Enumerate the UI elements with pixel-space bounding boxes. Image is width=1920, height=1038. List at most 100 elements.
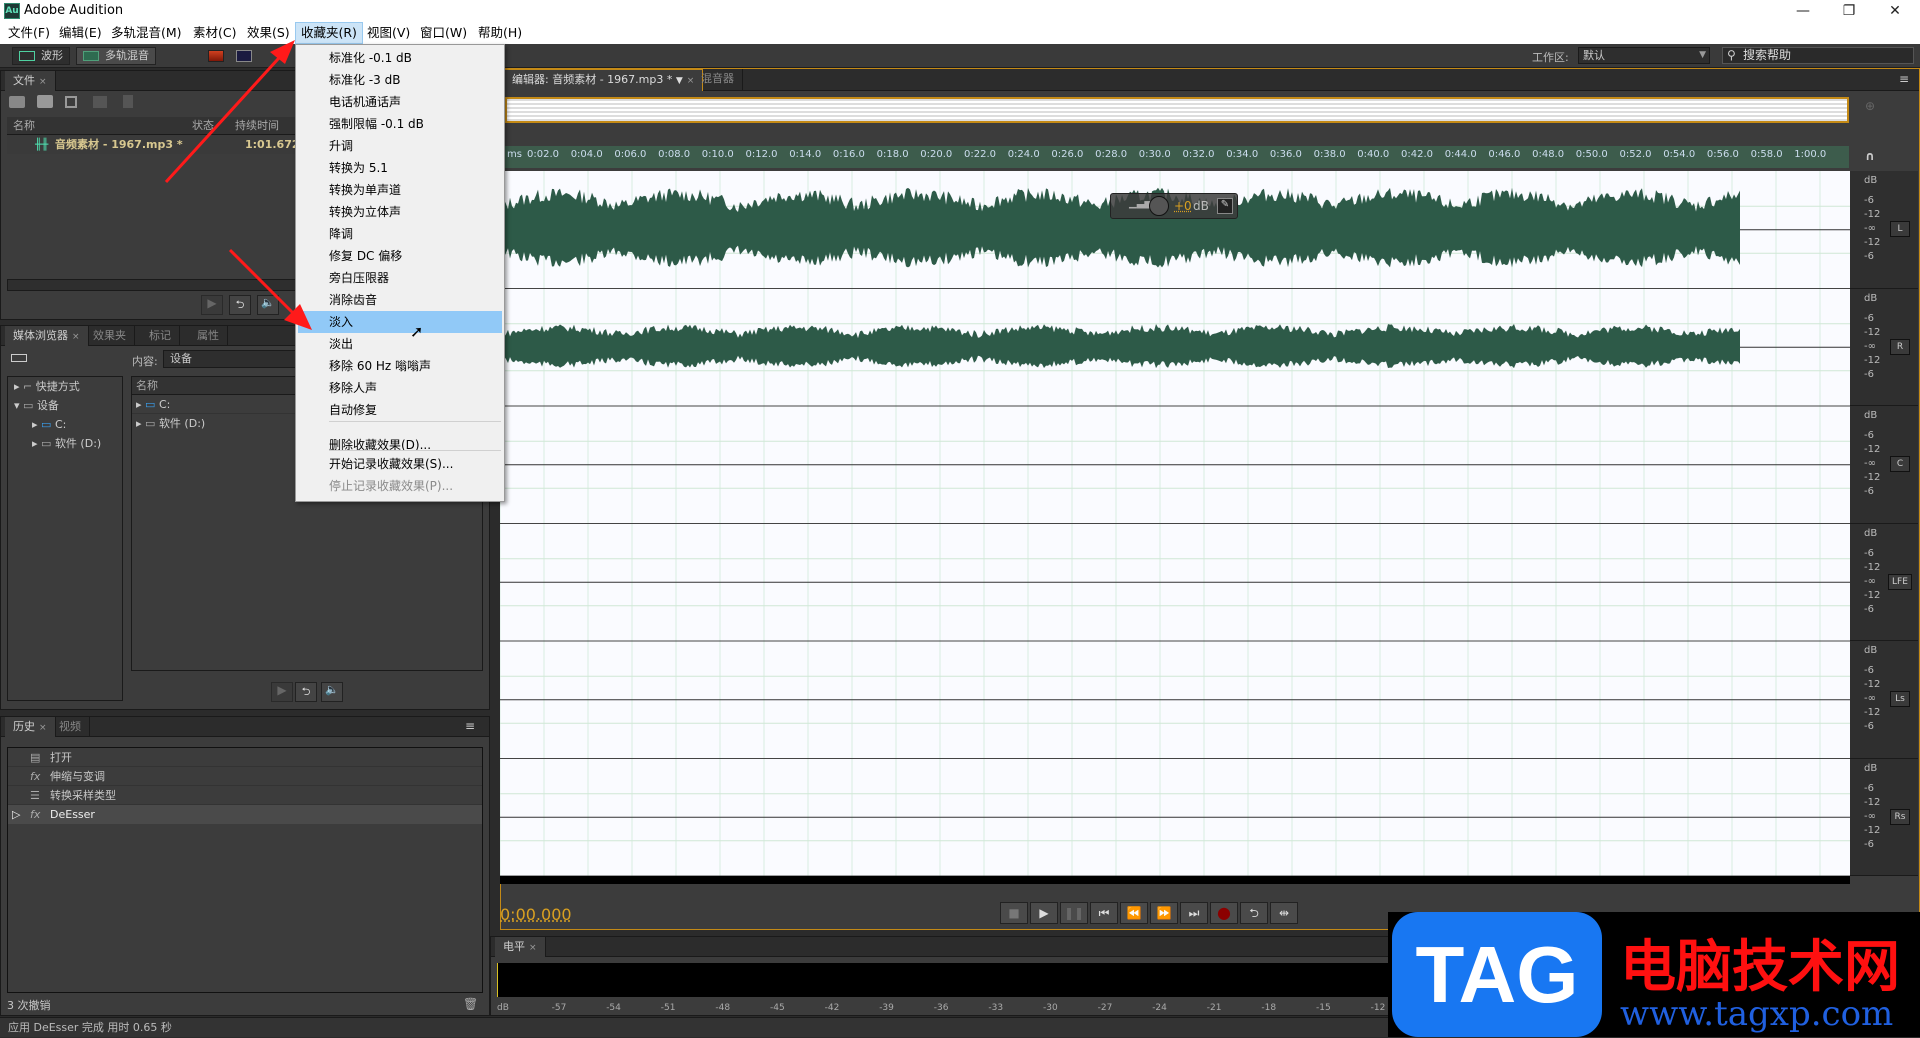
- menu-item[interactable]: 标准化 -3 dB: [298, 69, 502, 91]
- tab-history[interactable]: 历史 ×: [5, 717, 56, 737]
- menu-item[interactable]: 消除齿音: [298, 289, 502, 311]
- menu-window[interactable]: 窗口(W): [415, 22, 472, 44]
- history-item[interactable]: ▤ 打开: [8, 748, 482, 767]
- go-to-end-button[interactable]: ⏭: [1180, 902, 1208, 924]
- close-button[interactable]: ✕: [1872, 0, 1918, 22]
- snap-magnet-icon[interactable]: ∩: [1865, 149, 1875, 163]
- overview-navigator[interactable]: [505, 97, 1849, 123]
- menu-item[interactable]: 移除人声: [298, 377, 502, 399]
- menu-item[interactable]: 修复 DC 偏移: [298, 245, 502, 267]
- tab-media-browser[interactable]: 媒体浏览器 ×: [5, 326, 89, 346]
- channel-toggle-r[interactable]: R: [1890, 338, 1910, 355]
- menu-clip[interactable]: 素材(C): [188, 22, 241, 44]
- workspace-select[interactable]: 默认 ▼: [1578, 47, 1710, 64]
- hud-gain-control[interactable]: ▁▃▅ +0 dB ✎: [1110, 193, 1238, 219]
- column-status[interactable]: 状态: [192, 117, 214, 135]
- close-icon[interactable]: ×: [39, 723, 47, 733]
- spectral-frequency-icon[interactable]: [208, 50, 224, 62]
- go-to-start-button[interactable]: ⏮: [1090, 902, 1118, 924]
- tab-mixer[interactable]: 混音器: [693, 69, 743, 91]
- channel-toggle-ls[interactable]: Ls: [1890, 691, 1910, 707]
- channel-toggle-l[interactable]: L: [1890, 221, 1910, 237]
- menu-item[interactable]: 旁白压限器: [298, 267, 502, 289]
- new-file-icon[interactable]: [65, 96, 77, 108]
- current-time-display[interactable]: 0:00.000: [500, 905, 572, 924]
- menu-help[interactable]: 帮助(H): [473, 22, 527, 44]
- close-icon[interactable]: ×: [39, 77, 47, 87]
- menu-view[interactable]: 视图(V): [362, 22, 415, 44]
- history-item-current[interactable]: ▷ fx DeEsser: [8, 805, 482, 824]
- import-file-icon[interactable]: [37, 95, 53, 108]
- help-search-input[interactable]: ⚲ 搜索帮助: [1722, 47, 1914, 64]
- menu-file[interactable]: 文件(F): [3, 22, 55, 44]
- menu-item-start-recording[interactable]: 开始记录收藏效果(S)...: [298, 453, 502, 475]
- files-scrollbar[interactable]: [7, 279, 297, 291]
- panel-menu-icon[interactable]: ≡: [465, 719, 475, 733]
- gain-value[interactable]: +0: [1174, 199, 1192, 213]
- open-file-icon[interactable]: [9, 96, 25, 108]
- horizontal-scrollbar[interactable]: [500, 876, 1850, 884]
- media-autoplay-button[interactable]: 🔈: [321, 682, 343, 702]
- time-ruler[interactable]: ms 0:02.0 0:04.0 0:06.0 0:08.0 0:10.0 0:12.0 0:…: [505, 146, 1849, 168]
- menu-item[interactable]: 降调: [298, 223, 502, 245]
- menu-edit[interactable]: 编辑(E): [54, 22, 107, 44]
- close-icon[interactable]: ×: [529, 943, 537, 953]
- close-icon[interactable]: ×: [72, 332, 80, 342]
- channel-toggle-lfe[interactable]: LFE: [1888, 573, 1912, 590]
- menu-multitrack[interactable]: 多轨混音(M): [106, 22, 187, 44]
- tree-item-devices[interactable]: ▾ ▭ 设备: [8, 396, 122, 415]
- auto-play-button[interactable]: 🔈: [257, 295, 279, 315]
- loop-file-button[interactable]: ⮌: [229, 295, 251, 315]
- menu-effects[interactable]: 效果(S): [242, 22, 295, 44]
- waveform-display[interactable]: ▁▃▅ +0 dB ✎: [499, 171, 1850, 877]
- insert-icon[interactable]: [93, 96, 107, 108]
- trash-icon[interactable]: [123, 95, 133, 108]
- tree-item-c-drive[interactable]: ▸ ▭ C:: [8, 415, 122, 434]
- pause-button[interactable]: ❚❚: [1060, 902, 1088, 924]
- tab-effects-rack[interactable]: 效果夹: [85, 326, 135, 346]
- tab-editor[interactable]: 编辑器: 音频素材 - 1967.mp3 * ▼ ×: [503, 69, 704, 91]
- tab-properties[interactable]: 属性: [189, 326, 228, 346]
- menu-item[interactable]: 电话机通话声: [298, 91, 502, 113]
- menu-item[interactable]: 升调: [298, 135, 502, 157]
- restore-button[interactable]: ❐: [1826, 0, 1872, 22]
- record-button[interactable]: ●: [1210, 902, 1238, 924]
- waveform-view-button[interactable]: 波形: [12, 47, 70, 65]
- gain-knob[interactable]: [1149, 196, 1169, 216]
- pin-icon[interactable]: ✎: [1217, 198, 1233, 214]
- tab-levels[interactable]: 电平 ×: [495, 937, 546, 957]
- spectral-pitch-icon[interactable]: [236, 50, 252, 62]
- menu-item[interactable]: 强制限幅 -0.1 dB: [298, 113, 502, 135]
- history-item[interactable]: fx 伸缩与变调: [8, 767, 482, 786]
- media-play-button[interactable]: ▶: [271, 682, 293, 702]
- menu-item[interactable]: 自动修复: [298, 399, 502, 421]
- tree-item-d-drive[interactable]: ▸ ▭ 软件 (D:): [8, 434, 122, 453]
- column-duration[interactable]: 持续时间: [235, 117, 279, 135]
- zoom-navigator-icon[interactable]: ⊕: [1865, 99, 1875, 113]
- minimize-button[interactable]: —: [1780, 0, 1826, 22]
- menu-item[interactable]: 移除 60 Hz 嗡嗡声: [298, 355, 502, 377]
- column-name[interactable]: 名称: [13, 117, 35, 135]
- channel-toggle-c[interactable]: C: [1890, 456, 1910, 472]
- media-loop-button[interactable]: ⮌: [295, 682, 317, 702]
- chevron-down-icon[interactable]: ▼: [676, 76, 683, 86]
- drive-menu-icon[interactable]: [11, 354, 27, 362]
- play-file-button[interactable]: ▶: [201, 295, 223, 315]
- rewind-button[interactable]: ⏪: [1120, 902, 1148, 924]
- tab-markers[interactable]: 标记: [141, 326, 180, 346]
- play-button[interactable]: ▶: [1030, 902, 1058, 924]
- multitrack-view-button[interactable]: 多轨混音: [76, 47, 156, 65]
- menu-item[interactable]: 淡入: [298, 311, 502, 333]
- fast-forward-button[interactable]: ⏩: [1150, 902, 1178, 924]
- tree-item-shortcuts[interactable]: ▸ ⌐ 快捷方式: [8, 377, 122, 396]
- menu-item[interactable]: 标准化 -0.1 dB: [298, 47, 502, 69]
- tab-video[interactable]: 视频: [51, 717, 90, 737]
- menu-item[interactable]: 转换为立体声: [298, 201, 502, 223]
- trash-icon[interactable]: 🗑: [463, 997, 478, 1011]
- menu-favorites[interactable]: 收藏夹(R): [295, 22, 363, 44]
- history-item[interactable]: ☰ 转换采样类型: [8, 786, 482, 805]
- skip-selection-button[interactable]: ⇹: [1270, 902, 1298, 924]
- menu-item[interactable]: 转换为单声道: [298, 179, 502, 201]
- tab-files[interactable]: 文件 ×: [5, 71, 56, 91]
- menu-item[interactable]: 淡出: [298, 333, 502, 355]
